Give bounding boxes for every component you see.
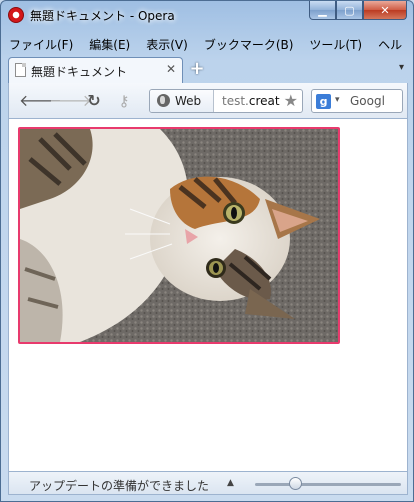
address-bar[interactable]: Web test.creat ★ [149, 89, 303, 113]
menu-file[interactable]: ファイル(F) [2, 33, 82, 55]
status-popup-chevron-up-icon[interactable]: ▲ [227, 478, 234, 488]
update-status-text[interactable]: アップデートの準備ができました [29, 477, 209, 494]
opera-logo-icon[interactable] [8, 7, 24, 23]
security-label: Web [175, 94, 202, 108]
cat-photo [18, 127, 340, 344]
menu-view[interactable]: 表示(V) [139, 33, 197, 55]
maximize-button[interactable]: ▢ [336, 1, 363, 20]
zoom-slider-track[interactable] [255, 483, 401, 486]
url-rest: creat [248, 94, 280, 108]
search-placeholder: Googl [350, 94, 385, 108]
tab-title: 無題ドキュメント [31, 65, 128, 79]
menu-bar: ファイル(F) 編集(E) 表示(V) ブックマーク(B) ツール(T) ヘル [2, 33, 412, 55]
new-tab-button[interactable]: + [188, 60, 206, 79]
menu-edit[interactable]: 編集(E) [82, 33, 139, 55]
bookmark-star-icon[interactable]: ★ [284, 91, 298, 110]
menu-help[interactable]: ヘル [371, 33, 411, 55]
browser-window: 無題ドキュメント - Opera ▁ ▢ ✕ ファイル(F) 編集(E) 表示(… [0, 0, 414, 502]
forward-button[interactable]: 🡒 [49, 90, 92, 112]
page-content [8, 119, 408, 471]
document-icon [15, 63, 26, 77]
window-title: 無題ドキュメント - Opera [30, 9, 175, 23]
google-icon[interactable]: g [316, 94, 331, 109]
globe-icon [157, 94, 170, 107]
search-field[interactable]: g ▾ Googl [311, 89, 403, 113]
url-text[interactable]: test.creat [222, 94, 284, 108]
minimize-button[interactable]: ▁ [309, 1, 336, 20]
back-button[interactable]: 🡐 [19, 90, 62, 112]
tab-close-icon[interactable]: ✕ [166, 62, 176, 76]
url-domain: test. [222, 94, 249, 108]
window-controls: ▁ ▢ ✕ [309, 1, 407, 21]
title-bar[interactable]: 無題ドキュメント - Opera ▁ ▢ ✕ [1, 1, 413, 31]
key-icon[interactable]: ⚷ [113, 90, 135, 112]
search-engine-dropdown-icon[interactable]: ▾ [335, 95, 340, 105]
security-badge[interactable]: Web [150, 90, 214, 112]
status-bar: アップデートの準備ができました ▲ [8, 471, 408, 495]
tab-strip: 無題ドキュメント ✕ + ▾ [8, 57, 408, 83]
tab-untitled-document[interactable]: 無題ドキュメント ✕ [8, 57, 183, 83]
tab-menu-chevron-down-icon[interactable]: ▾ [399, 62, 404, 73]
menu-tools[interactable]: ツール(T) [302, 33, 371, 55]
navigation-toolbar: 🡐 🡒 ↻ ⚷ Web test.creat ★ g ▾ Googl [8, 83, 408, 119]
zoom-slider-handle[interactable] [289, 477, 302, 490]
close-button[interactable]: ✕ [363, 1, 407, 20]
reload-button[interactable]: ↻ [83, 90, 105, 112]
menu-bookmarks[interactable]: ブックマーク(B) [197, 33, 303, 55]
